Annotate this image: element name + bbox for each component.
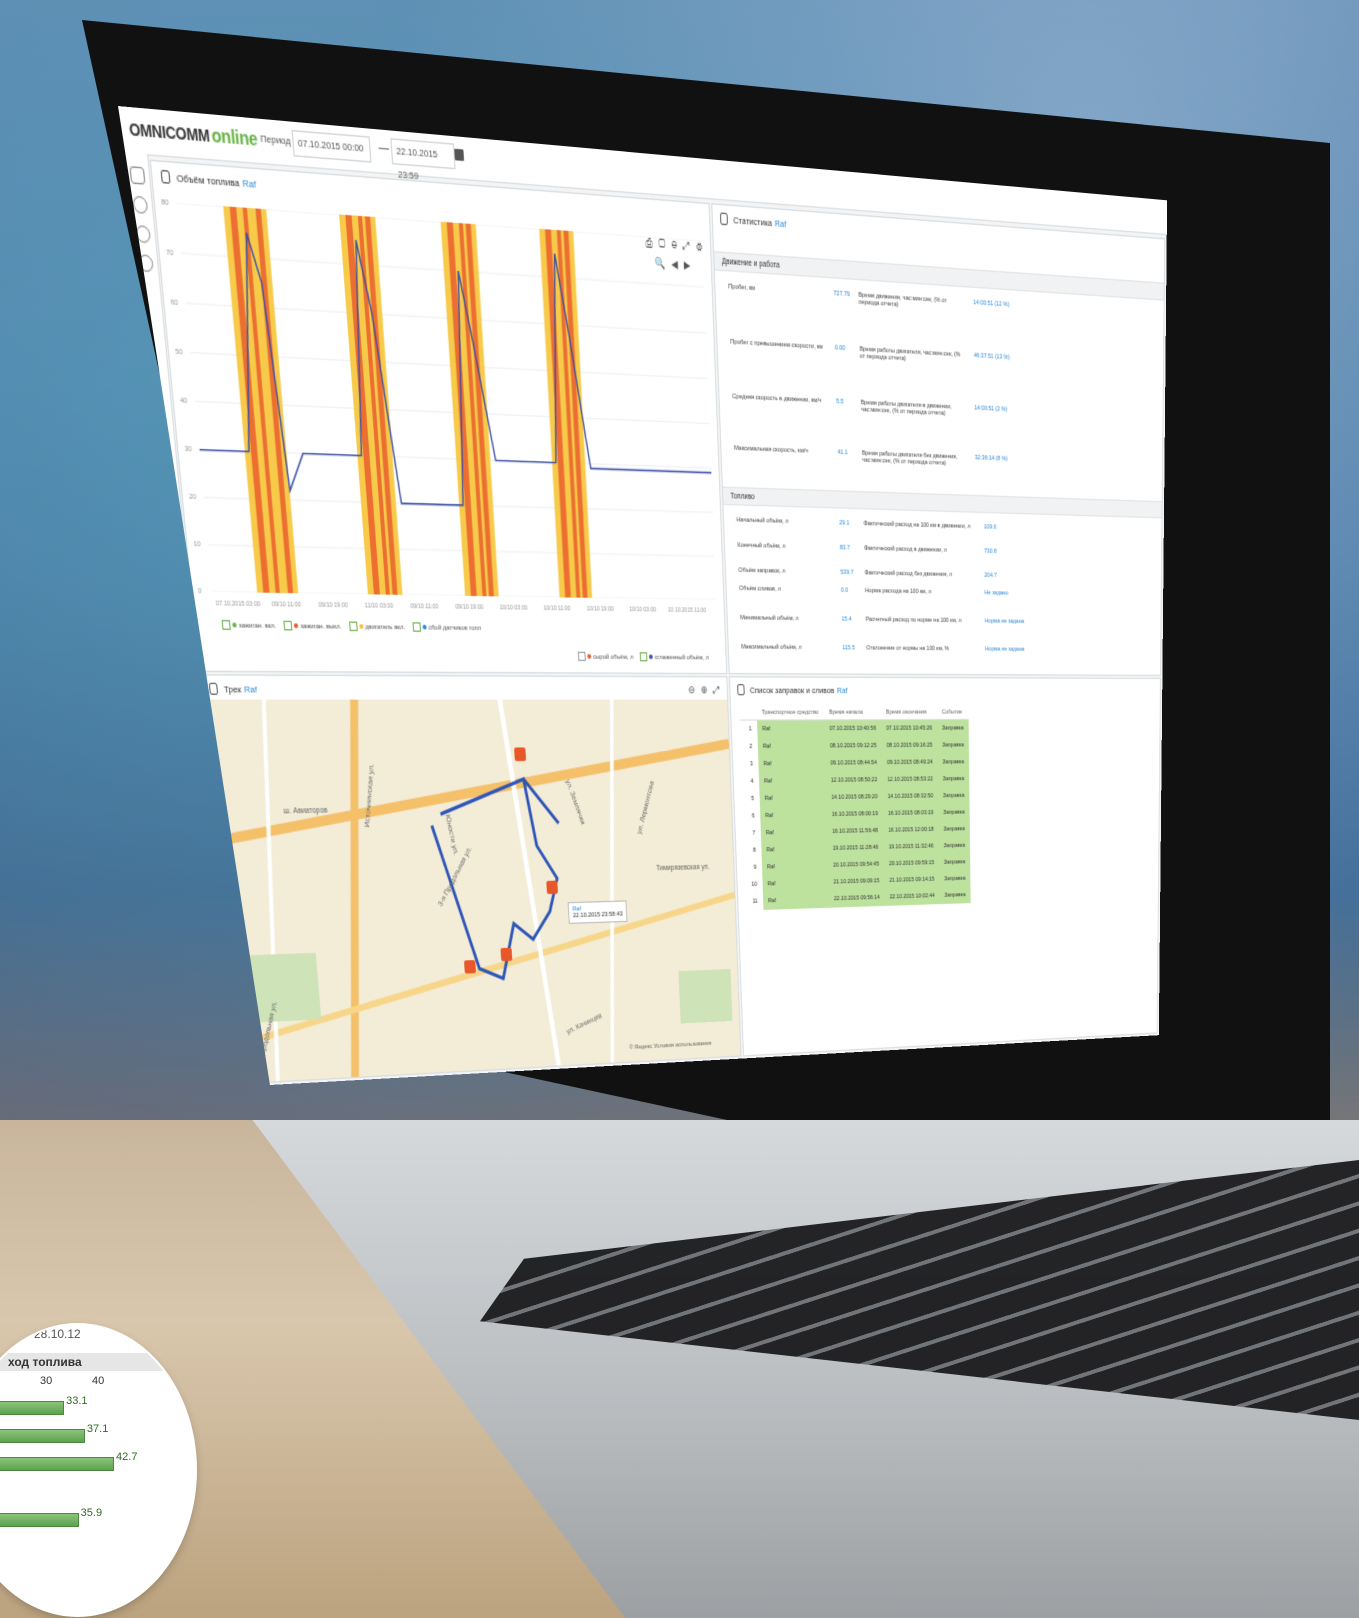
map-view[interactable]: Raf 22.10.2015 23:58:43 ш. Авиаторов 3-я …	[202, 699, 741, 1084]
fuel-pin-icon[interactable]	[546, 880, 559, 895]
fuel-pin-icon[interactable]	[500, 947, 513, 962]
magnifier-bar-label: 35.9	[80, 1507, 103, 1519]
panel-title: Объём топлива Raf	[176, 172, 257, 191]
magnifier-bar-label: 33.1	[66, 1395, 88, 1407]
truck-icon[interactable]	[129, 166, 146, 185]
panel-title: Список заправок и сливов Raf	[749, 685, 848, 696]
panel-title: Статистика Raf	[733, 214, 787, 230]
track-popup[interactable]: Raf 22.10.2015 23:58:43	[567, 900, 628, 924]
table-header: Транспортное средство Время начала Время…	[739, 706, 969, 721]
fuel-chart[interactable]	[177, 203, 717, 600]
lock-icon[interactable]	[208, 682, 219, 695]
magnifier-bar	[0, 1457, 115, 1471]
street-label: ш. Авиаторов	[283, 806, 328, 816]
magnifier-bar	[0, 1513, 79, 1527]
legend-checkbox[interactable]	[348, 621, 358, 632]
section-fuel: Топливо	[722, 486, 1162, 519]
lock-icon[interactable]	[737, 684, 745, 696]
legend-checkbox[interactable]	[639, 652, 648, 662]
magnifier-bar	[0, 1401, 65, 1415]
magnifier-bar	[0, 1429, 85, 1443]
street-label: Тимирязевская ул.	[655, 863, 710, 873]
date-to-input[interactable]: 22.10.2015 23:59	[390, 138, 456, 182]
magnifier-range: 00 - 28.10.12	[10, 1327, 81, 1341]
table-row[interactable]: 2 Raf 08.10.2015 09:12:25 08.10.2015 09:16:…	[740, 736, 969, 756]
vehicle-track	[202, 700, 740, 1084]
section-movement: Движение и работа	[714, 251, 1164, 301]
panel-title: Трек Raf	[223, 684, 258, 695]
refuel-list-panel: Список заправок и сливов Raf Транспортное…	[728, 676, 1161, 1057]
legend-checkbox[interactable]	[221, 620, 231, 630]
fuel-pin-icon[interactable]	[463, 960, 477, 974]
chart-legend: зажиган. вкл. зажиган. выкл. двигатель в…	[215, 620, 481, 632]
legend-checkbox[interactable]	[412, 622, 421, 632]
track-map-panel: Трек Raf ⊖ ⊕ ⤢ Raf 22.10.2015 23:58:43 ш. …	[198, 674, 742, 1085]
magnifier-bar-label: 42.7	[116, 1451, 138, 1463]
table-row[interactable]: 1 Raf 07.10.2015 10:40:56 07.10.2015 10:45:…	[740, 719, 969, 739]
lock-icon[interactable]	[720, 212, 728, 226]
magnifier-bar-label: 37.1	[86, 1423, 109, 1435]
fuel-volume-panel: Объём топлива Raf ⎙ ▢ ⊖ ⤢ ⚙ 🔍 ◀ ▶ 80 70 6…	[149, 159, 728, 675]
magnifier-tick: 30	[40, 1375, 53, 1387]
magnifier-tick: 40	[92, 1375, 105, 1387]
legend-checkbox[interactable]	[283, 620, 293, 631]
date-from-input[interactable]: 07.10.2015 00:00	[291, 129, 372, 163]
chart-legend-2: сырой объём, л сглаженный объём, л	[572, 651, 709, 662]
fuel-pin-icon[interactable]	[514, 747, 527, 762]
refuel-table: Транспортное средство Время начала Время…	[739, 706, 971, 911]
app-logo[interactable]: OMNICOMMonline	[128, 118, 258, 151]
app-window: OMNICOMMonline Период 07.10.2015 00:00 —…	[118, 106, 1168, 1089]
lock-icon[interactable]	[160, 169, 171, 184]
date-separator: —	[378, 141, 390, 157]
legend-checkbox[interactable]	[577, 651, 586, 661]
calendar-icon[interactable]	[454, 148, 465, 162]
users-icon[interactable]	[132, 195, 149, 215]
period-label: Период	[259, 132, 291, 148]
magnifier-header: ход топлива	[0, 1353, 195, 1371]
statistics-panel: Статистика Raf Движение и работа Пробег, …	[711, 203, 1166, 676]
map-tools[interactable]: ⊖ ⊕ ⤢	[688, 684, 722, 696]
